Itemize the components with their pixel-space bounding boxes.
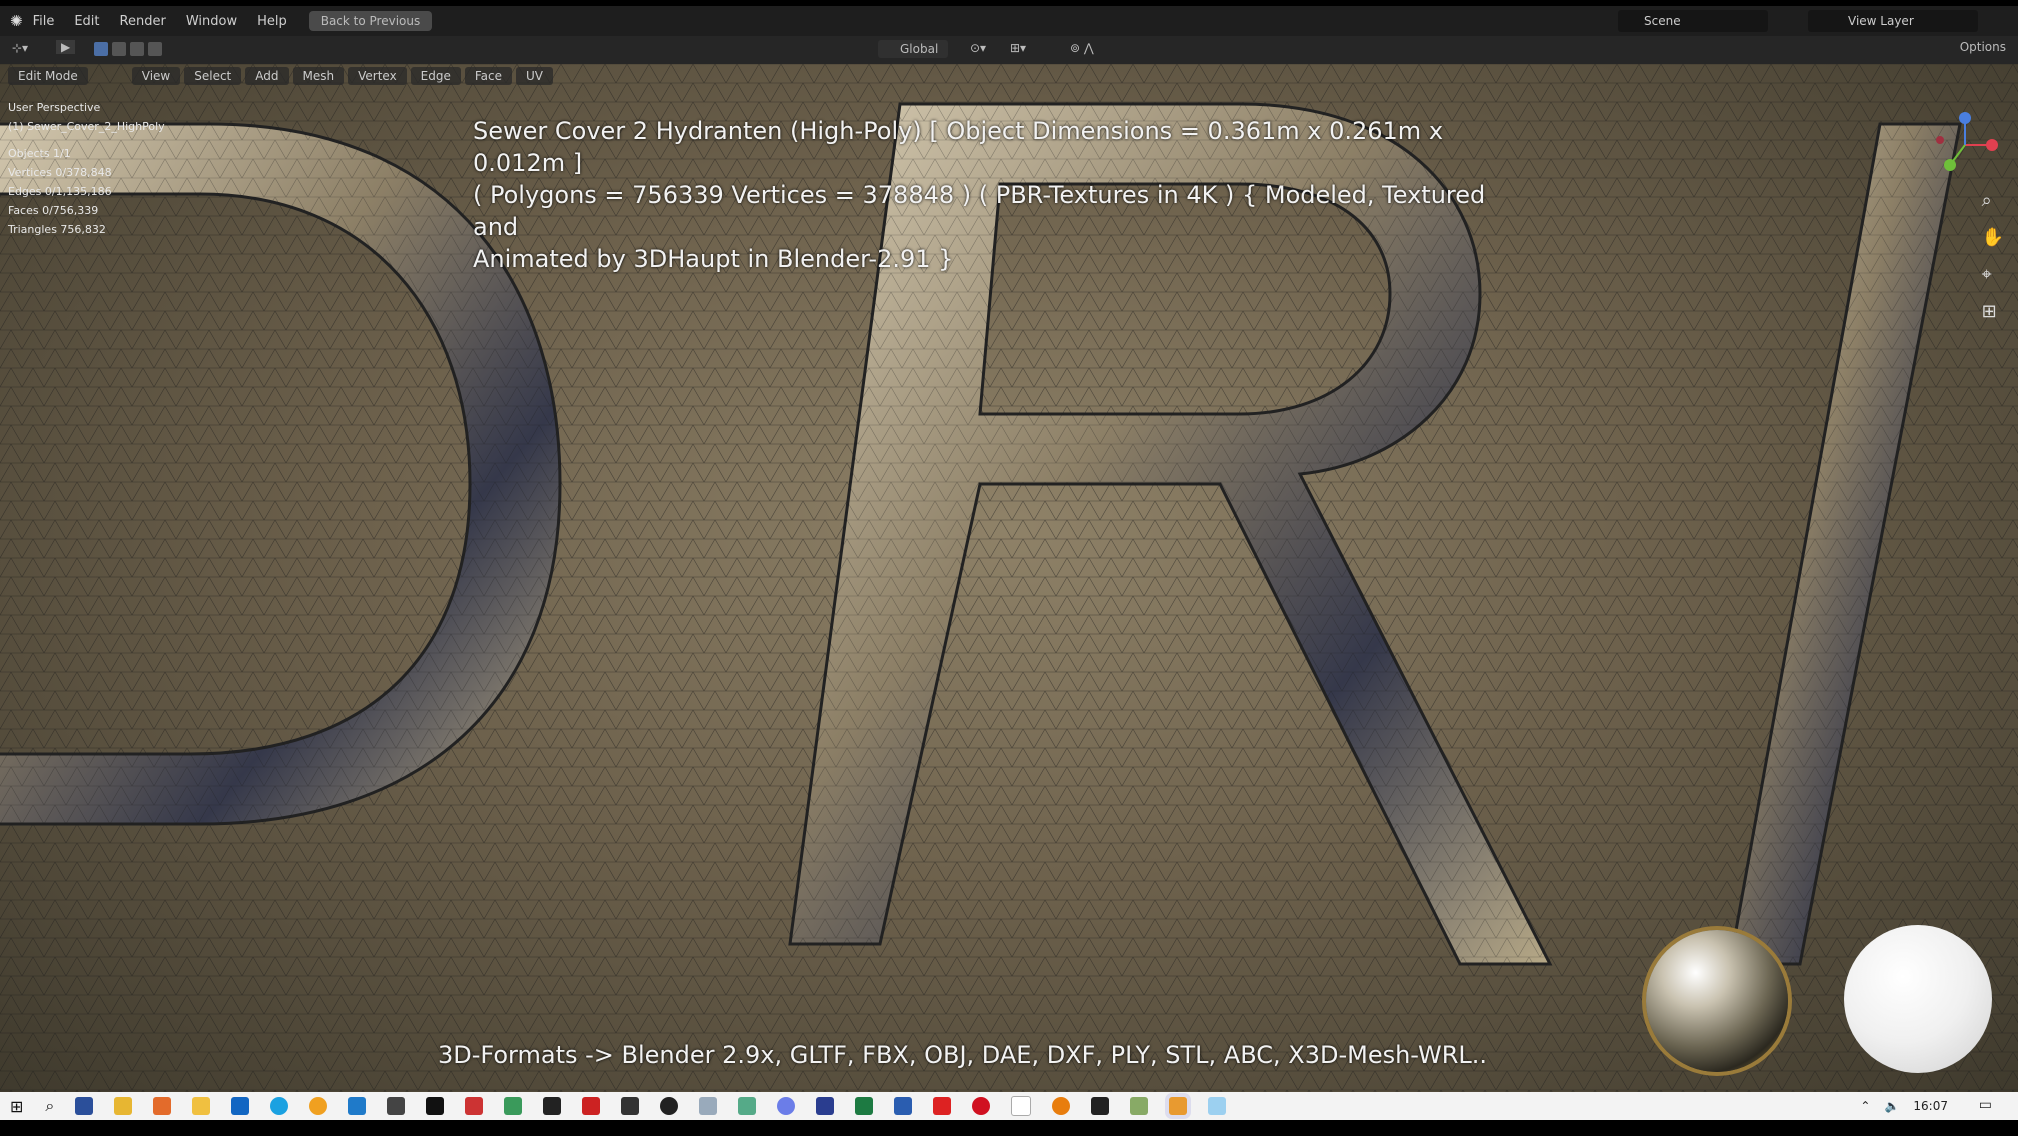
windows-start-icon[interactable]: ⊞	[10, 1097, 23, 1116]
save-app-icon[interactable]	[75, 1097, 94, 1115]
firefox-icon[interactable]	[153, 1097, 172, 1115]
snap-icon[interactable]: ⊞▾	[1010, 41, 1026, 55]
mode-dropdown[interactable]: Edit Mode	[8, 67, 88, 85]
tool-header: ⊹▾ ▶ Global ⊙▾ ⊞▾ ⊚ ⋀ Options	[0, 36, 2018, 64]
pan-hand-icon[interactable]: ✋	[1982, 227, 2004, 248]
select-mode-extend-icon[interactable]	[112, 42, 126, 56]
view-name: User Perspective	[8, 101, 101, 114]
app-icon[interactable]	[660, 1097, 679, 1115]
word-icon[interactable]	[894, 1097, 913, 1115]
pivot-icon[interactable]: ⊙▾	[970, 41, 986, 55]
app-icon[interactable]	[1130, 1097, 1149, 1115]
app-icon[interactable]	[699, 1097, 718, 1115]
stat-edges: Edges 0/1,135,186	[8, 185, 112, 198]
app-icon[interactable]	[348, 1097, 367, 1115]
volume-icon[interactable]: 🔈	[1884, 1099, 1899, 1113]
menu-window[interactable]: Window	[176, 14, 247, 29]
tray-chevron-icon[interactable]: ⌃	[1860, 1099, 1870, 1113]
blender-active-icon[interactable]	[1169, 1097, 1188, 1115]
search-icon[interactable]: ⌕	[45, 1096, 54, 1116]
camera-view-icon[interactable]: ⌖	[1982, 264, 2004, 285]
formats-caption: 3D-Formats -> Blender 2.9x, GLTF, FBX, O…	[438, 1041, 1488, 1069]
stat-faces: Faces 0/756,339	[8, 204, 99, 217]
menu-face[interactable]: Face	[464, 67, 513, 85]
object-name: (1) Sewer_Cover_2_HighPoly	[8, 120, 165, 133]
menu-view[interactable]: View	[131, 67, 181, 85]
app-icon[interactable]	[504, 1097, 523, 1115]
excel-icon[interactable]	[855, 1097, 874, 1115]
viewport-nav-icons: ⌕ ✋ ⌖ ⊞	[1982, 190, 2004, 322]
select-tool-icon[interactable]: ▶	[56, 40, 76, 54]
options-dropdown[interactable]: Options	[1960, 40, 2006, 54]
chrome-icon[interactable]	[309, 1097, 328, 1115]
windows-taskbar: ⊞ ⌕ ⌃ 🔈 16:07 ▭	[0, 1092, 2018, 1120]
opera-icon[interactable]	[972, 1097, 991, 1115]
app-icon[interactable]	[621, 1097, 640, 1115]
notification-icon[interactable]: ▭	[1979, 1097, 1992, 1113]
scene-selector[interactable]: Scene	[1618, 10, 1768, 32]
blender-icon[interactable]	[1052, 1097, 1071, 1115]
skype-icon[interactable]	[270, 1097, 289, 1115]
description-line-2: ( Polygons = 756339 Vertices = 378848 ) …	[473, 181, 1486, 241]
zoom-icon[interactable]: ⌕	[1982, 190, 2004, 211]
blender-logo-icon[interactable]: ✺	[10, 12, 23, 30]
system-tray: ⌃ 🔈 16:07	[1860, 1092, 1948, 1120]
app-icon[interactable]	[738, 1097, 757, 1115]
app-icon[interactable]	[582, 1097, 601, 1115]
select-mode-subtract-icon[interactable]	[130, 42, 144, 56]
clock[interactable]: 16:07	[1913, 1099, 1948, 1113]
ortho-grid-icon[interactable]: ⊞	[1982, 301, 2004, 322]
blender-topbar: ✺ File Edit Render Window Help Back to P…	[0, 6, 2018, 37]
menu-vertex[interactable]: Vertex	[348, 67, 407, 85]
navigation-gizmo-icon[interactable]	[1930, 110, 2000, 180]
file-explorer-icon[interactable]	[114, 1097, 133, 1115]
app-icon[interactable]	[777, 1097, 796, 1115]
select-mode-new-icon[interactable]	[94, 42, 108, 56]
description-line-3: Animated by 3DHaupt in Blender-2.91 }	[473, 245, 954, 273]
app-icon[interactable]	[426, 1097, 445, 1115]
viewport-header: Edit Mode View Select Add Mesh Vertex Ed…	[0, 64, 600, 88]
hdri-diffuse-sphere	[1844, 925, 1992, 1073]
menu-add[interactable]: Add	[245, 67, 289, 85]
stat-triangles: Triangles 756,832	[8, 223, 106, 236]
menu-help[interactable]: Help	[247, 14, 297, 29]
app-icon[interactable]	[387, 1097, 406, 1115]
select-mode-invert-icon[interactable]	[148, 42, 162, 56]
model-description-text: Sewer Cover 2 Hydranten (High-Poly) [ Ob…	[473, 115, 1493, 275]
description-line-1: Sewer Cover 2 Hydranten (High-Poly) [ Ob…	[473, 117, 1444, 177]
view-layer-selector[interactable]: View Layer	[1808, 10, 1978, 32]
stat-vertices: Vertices 0/378,848	[8, 166, 112, 179]
notes-icon[interactable]	[192, 1097, 211, 1115]
menu-select[interactable]: Select	[184, 67, 242, 85]
app-icon[interactable]	[1208, 1097, 1227, 1115]
menu-uv[interactable]: UV	[516, 67, 554, 85]
menu-edge[interactable]: Edge	[410, 67, 461, 85]
app-icon[interactable]	[465, 1097, 484, 1115]
bottom-strip	[0, 1120, 2018, 1136]
menu-file[interactable]: File	[23, 14, 65, 29]
app-icon[interactable]	[933, 1097, 952, 1115]
proportional-edit-icon[interactable]: ⊚ ⋀	[1070, 41, 1094, 55]
menu-edit[interactable]: Edit	[64, 14, 109, 29]
transform-orientation-dropdown[interactable]: Global	[878, 40, 949, 58]
back-to-previous-button[interactable]: Back to Previous	[308, 11, 433, 31]
file-icon[interactable]	[1011, 1096, 1032, 1116]
outlook-icon[interactable]	[231, 1097, 250, 1115]
menu-mesh[interactable]: Mesh	[292, 67, 345, 85]
stat-objects: Objects 1/1	[8, 147, 71, 160]
menu-render[interactable]: Render	[110, 14, 176, 29]
app-icon[interactable]	[816, 1097, 835, 1115]
editor-type-icon[interactable]: ⊹▾	[12, 41, 28, 55]
viewport-stats: User Perspective (1) Sewer_Cover_2_HighP…	[8, 98, 165, 239]
app-icon[interactable]	[543, 1097, 562, 1115]
hdri-reflection-sphere	[1646, 930, 1788, 1072]
terminal-icon[interactable]	[1091, 1097, 1110, 1115]
